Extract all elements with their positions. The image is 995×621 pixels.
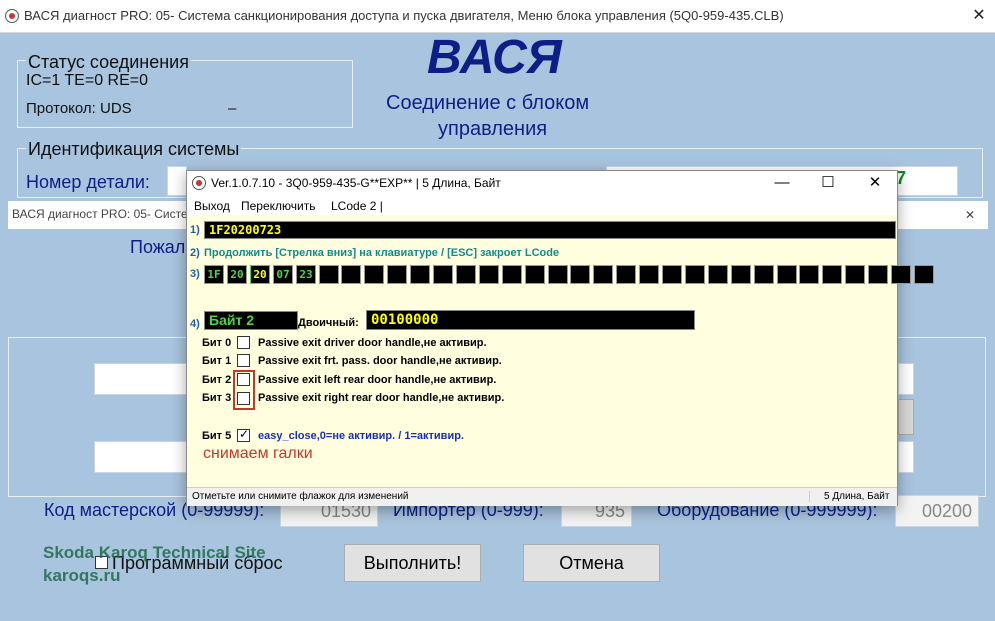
execute-button[interactable]: Выполнить! bbox=[344, 544, 481, 582]
byte-cell[interactable] bbox=[502, 265, 522, 284]
byte-cell[interactable] bbox=[525, 265, 545, 284]
partial-label: Пожал bbox=[130, 237, 186, 257]
main-titlebar: ВАСЯ диагност PRO: 05- Система санкциони… bbox=[0, 0, 995, 33]
bit1-label: Бит 1 bbox=[202, 355, 232, 367]
part-number-label: Номер детали: bbox=[26, 172, 150, 192]
status-line: IC=1 TE=0 RE=0 bbox=[26, 72, 148, 89]
bit2-text: Passive exit left rear door handle,не ак… bbox=[258, 374, 497, 386]
status-left: Отметьте или снимите флажок для изменени… bbox=[192, 491, 409, 502]
byte-cell[interactable]: 23 bbox=[296, 265, 316, 284]
byte-cell[interactable] bbox=[570, 265, 590, 284]
cancel-button[interactable]: Отмена bbox=[523, 544, 660, 582]
byte-cell[interactable] bbox=[341, 265, 361, 284]
byte-cell[interactable] bbox=[410, 265, 430, 284]
binary-value-field[interactable]: 00100000 bbox=[366, 310, 695, 330]
second-window-close-icon[interactable]: ✕ bbox=[960, 205, 980, 225]
row4-number: 4) bbox=[190, 318, 200, 330]
connection-text-1: Соединение с блоком bbox=[386, 92, 590, 114]
byte-cell[interactable] bbox=[708, 265, 728, 284]
lcode-window: Ver.1.0.7.10 - 3Q0-959-435-G**EXP** | 5 … bbox=[186, 170, 934, 506]
close-icon[interactable]: ✕ bbox=[860, 173, 890, 193]
byte-cell[interactable] bbox=[777, 265, 797, 284]
byte-cell[interactable] bbox=[456, 265, 476, 284]
binary-label: Двоичный: bbox=[298, 317, 359, 329]
inner-button-right[interactable] bbox=[898, 399, 914, 435]
status-right: 5 Длина, Байт bbox=[809, 491, 889, 502]
bit3-label: Бит 3 bbox=[202, 392, 232, 404]
app-icon bbox=[5, 9, 19, 23]
byte-cell[interactable] bbox=[731, 265, 751, 284]
lcode-app-icon bbox=[192, 176, 206, 190]
byte-cell[interactable] bbox=[685, 265, 705, 284]
bit5-text: easy_close,0=не активир. / 1=активир. bbox=[258, 430, 464, 442]
bit1-checkbox[interactable] bbox=[237, 354, 250, 367]
lcode-title: Ver.1.0.7.10 - 3Q0-959-435-G**EXP** | 5 … bbox=[211, 176, 501, 190]
bit5-checkbox[interactable] bbox=[237, 427, 250, 442]
second-window-title: ВАСЯ диагност PRO: 05- Систем bbox=[12, 207, 196, 221]
bit2-label: Бит 2 bbox=[202, 374, 232, 386]
status-group-title: Статус соединения bbox=[26, 52, 191, 73]
minimize-icon[interactable]: — bbox=[767, 173, 797, 193]
inner-field-right-2[interactable] bbox=[898, 441, 914, 473]
maximize-icon[interactable]: ☐ bbox=[813, 173, 843, 193]
row2-instruction: Продолжить [Стрелка вниз] на клавиатуре … bbox=[204, 247, 560, 259]
byte-cell[interactable] bbox=[845, 265, 865, 284]
lcode-statusbar: Отметьте или снимите флажок для изменени… bbox=[187, 487, 897, 506]
byte-cell[interactable] bbox=[914, 265, 934, 284]
byte-cell[interactable]: 07 bbox=[273, 265, 293, 284]
protocol-dash: – bbox=[228, 100, 237, 117]
byte-cell[interactable] bbox=[479, 265, 499, 284]
bit3-text: Passive exit right rear door handle,не а… bbox=[258, 392, 505, 404]
lcode-titlebar: Ver.1.0.7.10 - 3Q0-959-435-G**EXP** | 5 … bbox=[187, 171, 897, 195]
watermark-title: Skoda Karoq Technical Site bbox=[43, 543, 266, 562]
annotation-text: снимаем галки bbox=[203, 445, 313, 462]
watermark-url: karoqs.ru bbox=[43, 566, 121, 585]
byte-cell[interactable] bbox=[868, 265, 888, 284]
main-close-icon[interactable]: ✕ bbox=[968, 6, 990, 26]
connection-text-2: управления bbox=[438, 118, 548, 140]
byte-cell[interactable] bbox=[639, 265, 659, 284]
lcode-menubar: Выход Переключить LCode 2 | bbox=[187, 195, 897, 215]
byte-cell[interactable] bbox=[799, 265, 819, 284]
byte-cell[interactable]: 1F bbox=[204, 265, 224, 284]
byte-cell[interactable]: 20 bbox=[227, 265, 247, 284]
equipment-field[interactable]: 00200 bbox=[895, 495, 979, 527]
menu-exit[interactable]: Выход bbox=[194, 199, 230, 213]
ident-group-title: Идентификация системы bbox=[26, 139, 242, 160]
bit1-text: Passive exit frt. pass. door handle,не а… bbox=[258, 355, 502, 367]
byte-cell[interactable] bbox=[822, 265, 842, 284]
row2-number: 2) bbox=[190, 247, 200, 259]
byte-selector[interactable]: Байт 2 bbox=[204, 311, 298, 330]
row3-number: 3) bbox=[190, 268, 200, 280]
bit0-label: Бит 0 bbox=[202, 337, 232, 349]
byte-cell[interactable] bbox=[754, 265, 774, 284]
byte-cell[interactable] bbox=[593, 265, 613, 284]
part-number-field[interactable] bbox=[167, 166, 187, 196]
byte-cell[interactable] bbox=[616, 265, 636, 284]
bit0-checkbox[interactable] bbox=[237, 336, 250, 349]
byte-cell[interactable] bbox=[548, 265, 568, 284]
byte-cell[interactable] bbox=[319, 265, 339, 284]
menu-switch[interactable]: Переключить bbox=[241, 199, 315, 213]
menu-lcode2[interactable]: LCode 2 | bbox=[331, 199, 383, 213]
highlight-box bbox=[233, 370, 255, 410]
protocol-label: Протокол: UDS bbox=[26, 100, 132, 117]
main-title: ВАСЯ диагност PRO: 05- Система санкциони… bbox=[24, 8, 784, 23]
bit0-text: Passive exit driver door handle,не актив… bbox=[258, 337, 487, 349]
inner-field-right-1[interactable] bbox=[898, 363, 914, 395]
byte-cell[interactable] bbox=[891, 265, 911, 284]
brand-logo: ВАСЯ bbox=[427, 31, 562, 84]
byte-cell[interactable] bbox=[387, 265, 407, 284]
byte-cell[interactable] bbox=[364, 265, 384, 284]
byte-cell[interactable] bbox=[662, 265, 682, 284]
byte-cell[interactable]: 20 bbox=[250, 265, 270, 284]
lcode-value-field[interactable]: 1F20200723 bbox=[204, 221, 896, 239]
row1-number: 1) bbox=[190, 224, 200, 236]
bit5-label: Бит 5 bbox=[202, 430, 232, 442]
byte-cell[interactable] bbox=[433, 265, 453, 284]
